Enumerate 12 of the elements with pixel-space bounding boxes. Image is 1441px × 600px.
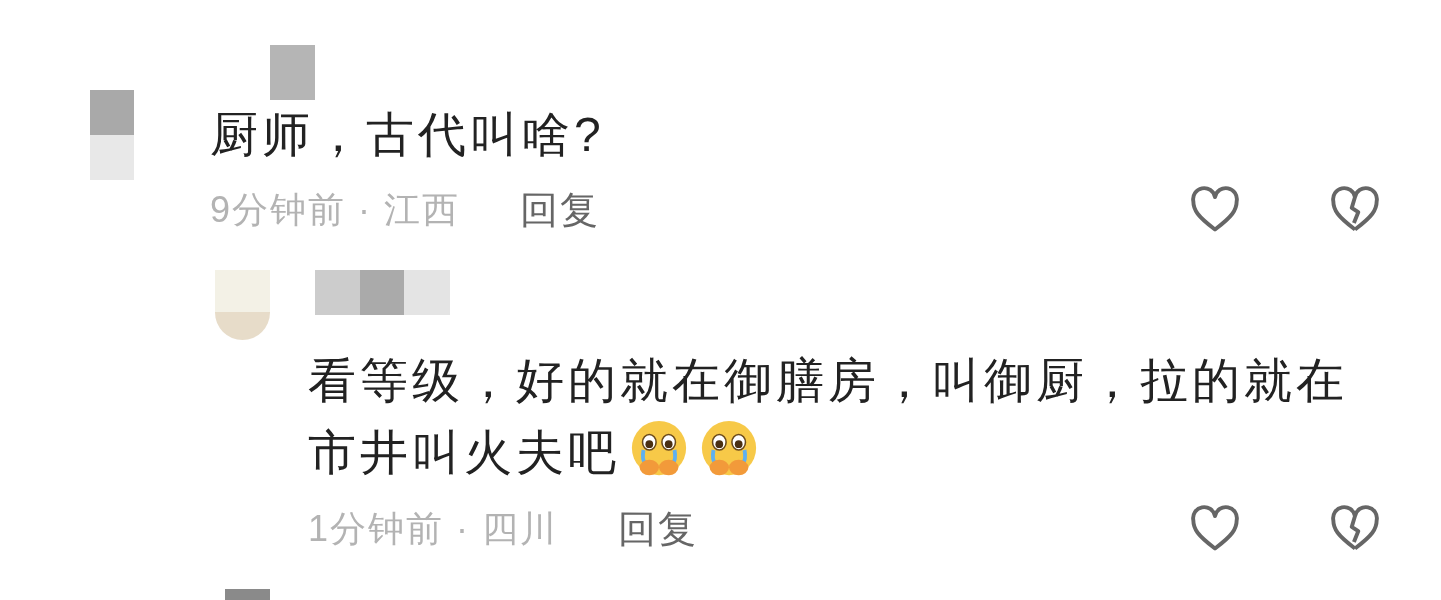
reply-button[interactable]: 回复 (520, 184, 600, 236)
broken-heart-icon[interactable] (1329, 186, 1381, 234)
comment-text: 市井叫火夫吧 (308, 426, 620, 479)
heart-icon[interactable] (1189, 186, 1241, 234)
comment-text: 看等级，好的就在御膳房，叫御厨，拉的就在 (308, 354, 1348, 407)
reply-button[interactable]: 回复 (618, 503, 698, 555)
blurred-avatar (215, 270, 270, 340)
comment-text: 厨师，古代叫啥? (210, 108, 605, 161)
heart-icon[interactable] (1189, 505, 1241, 553)
broken-heart-icon[interactable] (1329, 505, 1381, 553)
time-location: 1分钟前 · 四川 (308, 506, 558, 551)
time-location: 9分钟前 · 江西 (210, 187, 460, 232)
